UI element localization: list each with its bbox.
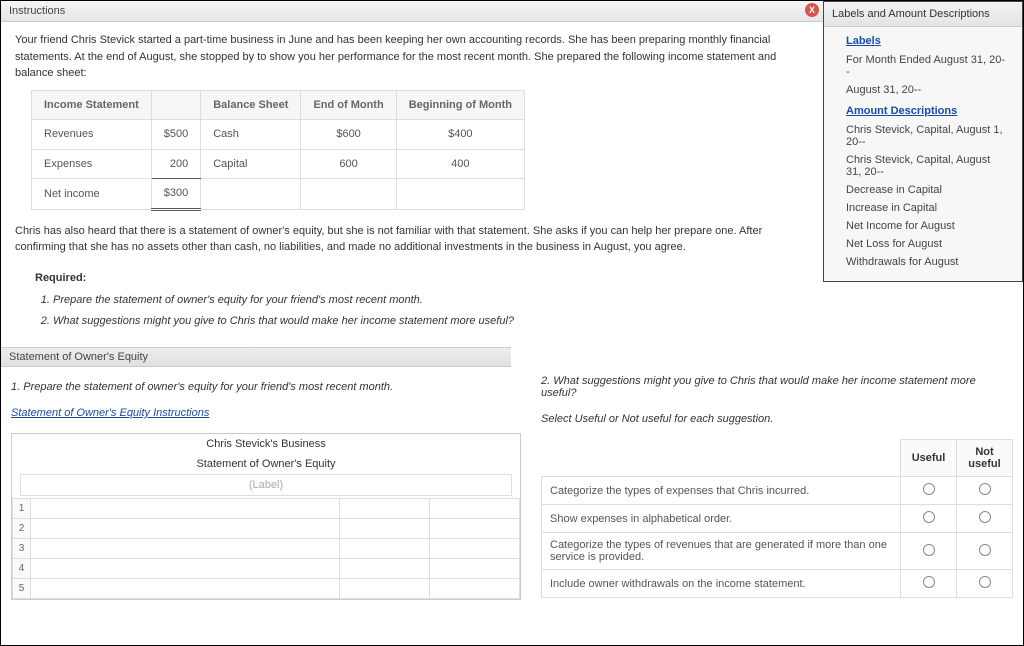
soe-statement-title: Statement of Owner's Equity — [12, 454, 520, 474]
label-item[interactable]: August 31, 20-- — [846, 81, 1008, 99]
rownum: 5 — [13, 579, 31, 599]
amount-item[interactable]: Chris Stevick, Capital, August 1, 20-- — [846, 121, 1008, 151]
required-block: Required: Prepare the statement of owner… — [15, 264, 813, 338]
radio-useful[interactable] — [923, 511, 935, 523]
labels-panel-body: Labels For Month Ended August 31, 20-- A… — [824, 27, 1022, 281]
suggestions-table: Useful Not useful Categorize the types o… — [541, 439, 1013, 598]
soe-form: Chris Stevick's Business Statement of Ow… — [11, 433, 521, 600]
soe-section-header: Statement of Owner's Equity — [1, 347, 511, 367]
radio-useful[interactable] — [923, 544, 935, 556]
labels-panel: Labels and Amount Descriptions Labels Fo… — [823, 1, 1023, 282]
instructions-panel: Instructions X Labels and Amount Descrip… — [1, 1, 1023, 347]
th-balance-sheet: Balance Sheet — [201, 90, 301, 120]
cell: $400 — [396, 120, 524, 150]
cell: $600 — [301, 120, 396, 150]
cell — [396, 179, 524, 210]
cell: Expenses — [32, 149, 152, 179]
labels-panel-header: Labels and Amount Descriptions — [824, 2, 1022, 27]
amounts-title-link[interactable]: Amount Descriptions — [846, 105, 1008, 117]
soe-cell[interactable] — [340, 499, 430, 519]
amount-item[interactable]: Increase in Capital — [846, 199, 1008, 217]
q2-select-note: Select Useful or Not useful for each sug… — [541, 413, 1013, 425]
label-item[interactable]: For Month Ended August 31, 20-- — [846, 51, 1008, 81]
col-notuseful: Not useful — [957, 440, 1013, 477]
cell: Net income — [32, 179, 152, 210]
cell — [201, 179, 301, 210]
q1-prompt: 1. Prepare the statement of owner's equi… — [11, 381, 521, 393]
cell — [301, 179, 396, 210]
cell: $300 — [151, 179, 200, 210]
required-item-1: Prepare the statement of owner's equity … — [53, 290, 813, 311]
soe-cell[interactable] — [340, 579, 430, 599]
financial-table: Income Statement Balance Sheet End of Mo… — [31, 90, 525, 211]
soe-cell[interactable] — [31, 559, 340, 579]
soe-instructions-link[interactable]: Statement of Owner's Equity Instructions — [11, 407, 209, 419]
cell: Capital — [201, 149, 301, 179]
required-item-2: What suggestions might you give to Chris… — [53, 311, 813, 332]
amount-item[interactable]: Net Income for August — [846, 217, 1008, 235]
soe-cell[interactable] — [31, 519, 340, 539]
rownum: 1 — [13, 499, 31, 519]
radio-notuseful[interactable] — [979, 511, 991, 523]
amount-item[interactable]: Chris Stevick, Capital, August 31, 20-- — [846, 151, 1008, 181]
radio-useful[interactable] — [923, 576, 935, 588]
soe-cell[interactable] — [340, 519, 430, 539]
soe-cell[interactable] — [430, 499, 520, 519]
cell: Cash — [201, 120, 301, 150]
right-column: 2. What suggestions might you give to Ch… — [541, 375, 1013, 600]
col-useful: Useful — [901, 440, 957, 477]
soe-rows-table: 1 2 3 4 5 — [12, 498, 520, 599]
soe-cell[interactable] — [430, 539, 520, 559]
intro-paragraph-1: Your friend Chris Stevick started a part… — [15, 32, 813, 82]
left-column: 1. Prepare the statement of owner's equi… — [11, 375, 521, 600]
soe-label-dropdown[interactable]: (Label) — [20, 474, 512, 496]
cell: 400 — [396, 149, 524, 179]
soe-cell[interactable] — [430, 559, 520, 579]
suggestion-text: Show expenses in alphabetical order. — [542, 505, 901, 533]
rownum: 4 — [13, 559, 31, 579]
th-blank — [151, 90, 200, 120]
cell: $500 — [151, 120, 200, 150]
th-income-statement: Income Statement — [32, 90, 152, 120]
amount-item[interactable]: Withdrawals for August — [846, 253, 1008, 271]
required-title: Required: — [35, 270, 813, 287]
radio-notuseful[interactable] — [979, 544, 991, 556]
cell: 600 — [301, 149, 396, 179]
th-end-month: End of Month — [301, 90, 396, 120]
th-beg-month: Beginning of Month — [396, 90, 524, 120]
radio-notuseful[interactable] — [979, 483, 991, 495]
soe-cell[interactable] — [340, 559, 430, 579]
soe-cell[interactable] — [430, 579, 520, 599]
soe-business-name: Chris Stevick's Business — [12, 434, 520, 454]
top-section: Instructions X Labels and Amount Descrip… — [1, 1, 1023, 367]
cell: Revenues — [32, 120, 152, 150]
rownum: 3 — [13, 539, 31, 559]
soe-cell[interactable] — [31, 539, 340, 559]
close-icon[interactable]: X — [805, 3, 819, 17]
amount-item[interactable]: Net Loss for August — [846, 235, 1008, 253]
soe-cell[interactable] — [430, 519, 520, 539]
suggestion-text: Categorize the types of revenues that ar… — [542, 533, 901, 570]
soe-cell[interactable] — [31, 499, 340, 519]
amount-item[interactable]: Decrease in Capital — [846, 181, 1008, 199]
rownum: 2 — [13, 519, 31, 539]
q2-prompt: 2. What suggestions might you give to Ch… — [541, 375, 1013, 399]
cell: 200 — [151, 149, 200, 179]
suggestion-text: Include owner withdrawals on the income … — [542, 570, 901, 598]
radio-useful[interactable] — [923, 483, 935, 495]
radio-notuseful[interactable] — [979, 576, 991, 588]
lower-section: 1. Prepare the statement of owner's equi… — [1, 367, 1023, 600]
labels-title-link[interactable]: Labels — [846, 35, 1008, 47]
soe-cell[interactable] — [31, 579, 340, 599]
intro-paragraph-2: Chris has also heard that there is a sta… — [15, 223, 813, 256]
suggestion-text: Categorize the types of expenses that Ch… — [542, 477, 901, 505]
soe-cell[interactable] — [340, 539, 430, 559]
